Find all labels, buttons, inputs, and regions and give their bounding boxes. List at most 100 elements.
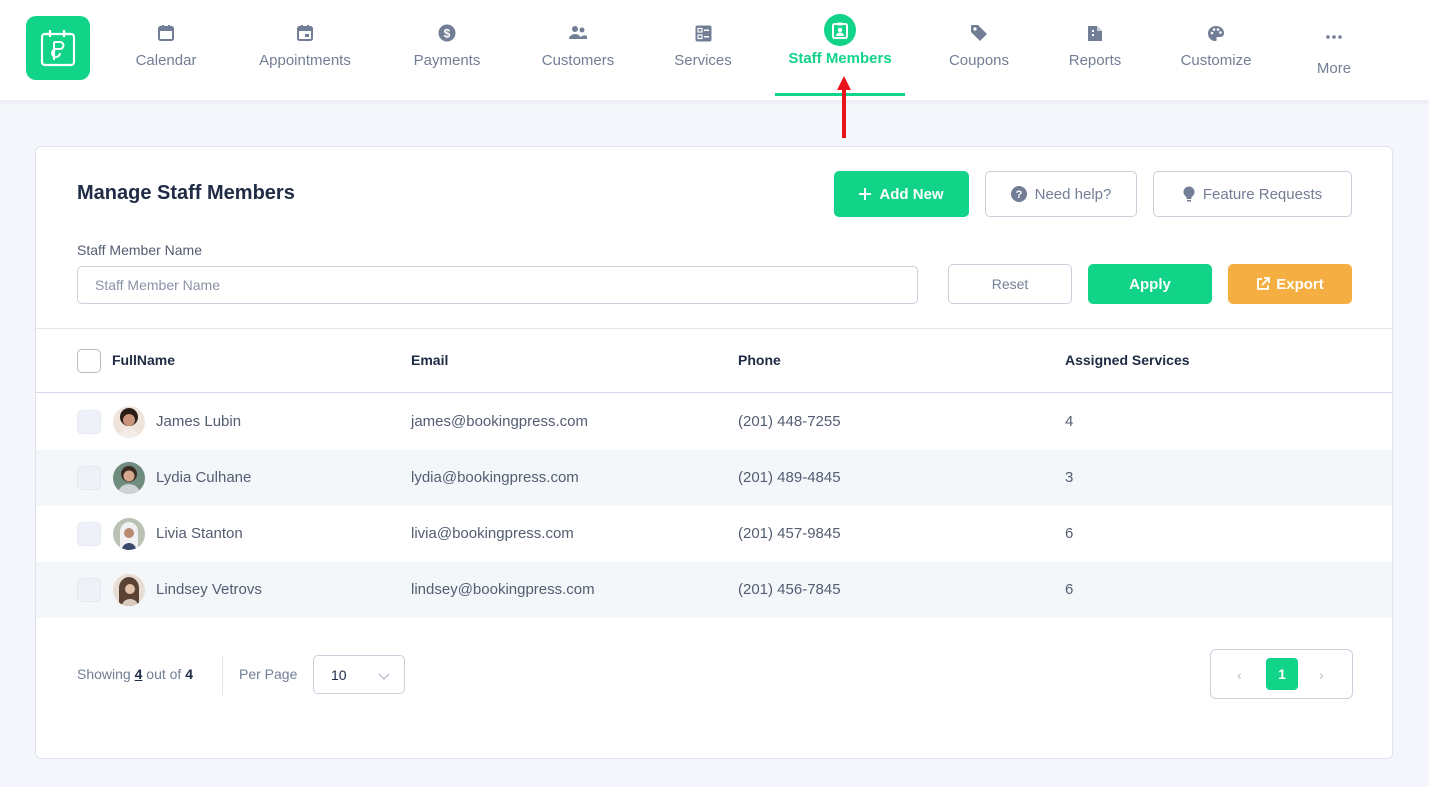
nav-label: Payments	[413, 52, 481, 69]
column-header-assigned-services[interactable]: Assigned Services	[1065, 352, 1190, 368]
nav-item-more[interactable]: More	[1310, 0, 1358, 100]
nav-item-payments[interactable]: $ Payments	[408, 0, 486, 100]
next-page-button[interactable]: ›	[1319, 667, 1324, 683]
svg-text:$: $	[444, 27, 451, 41]
annotation-arrow-icon	[837, 76, 851, 138]
calendar-event-icon	[296, 22, 314, 44]
nav-item-calendar[interactable]: Calendar	[128, 0, 204, 100]
staff-name[interactable]: Livia Stanton	[156, 525, 243, 542]
row-checkbox[interactable]	[77, 410, 101, 434]
per-page-select[interactable]: 10	[313, 655, 405, 694]
row-checkbox[interactable]	[77, 522, 101, 546]
staff-name[interactable]: Lindsey Vetrovs	[156, 581, 262, 598]
table-row[interactable]: Lydia Culhane lydia@bookingpress.com (20…	[36, 450, 1392, 506]
nav-item-reports[interactable]: Reports	[1064, 0, 1126, 100]
nav-label: Customize	[1180, 52, 1252, 69]
staff-email: lydia@bookingpress.com	[411, 469, 579, 486]
nav-label: Appointments	[259, 52, 351, 69]
external-link-icon	[1256, 277, 1271, 291]
need-help-label: Need help?	[1034, 185, 1112, 203]
table-row[interactable]: Lindsey Vetrovs lindsey@bookingpress.com…	[36, 562, 1392, 618]
nav-label: Reports	[1068, 52, 1122, 69]
tag-icon	[970, 22, 988, 44]
calendar-icon	[157, 22, 175, 44]
nav-label: Coupons	[948, 52, 1010, 69]
per-page-value: 10	[331, 667, 347, 683]
bookingpress-logo[interactable]	[26, 16, 90, 80]
row-checkbox[interactable]	[77, 578, 101, 602]
lightbulb-icon	[1183, 186, 1195, 203]
nav-label: More	[1316, 60, 1352, 77]
table-row[interactable]: Livia Stanton livia@bookingpress.com (20…	[36, 506, 1392, 562]
avatar	[113, 462, 145, 494]
pagination: ‹ 1 ›	[1210, 649, 1353, 699]
staff-phone: (201) 456-7845	[738, 581, 841, 598]
staff-email: lindsey@bookingpress.com	[411, 581, 595, 598]
feature-requests-button[interactable]: Feature Requests	[1153, 171, 1352, 217]
nav-label: Services	[674, 52, 732, 69]
apply-button[interactable]: Apply	[1088, 264, 1212, 304]
nav-label: Customers	[541, 52, 615, 69]
id-badge-icon	[824, 14, 856, 46]
export-label: Export	[1276, 275, 1324, 293]
page-1-button[interactable]: 1	[1266, 658, 1298, 690]
list-box-icon	[695, 22, 712, 44]
staff-name[interactable]: Lydia Culhane	[156, 469, 251, 486]
showing-count-text: Showing 4 out of 4	[77, 666, 193, 682]
staff-email: james@bookingpress.com	[411, 413, 588, 430]
column-header-fullname[interactable]: FullName	[112, 352, 175, 368]
page-title: Manage Staff Members	[77, 182, 295, 204]
reset-button[interactable]: Reset	[948, 264, 1072, 304]
question-circle-icon: ?	[1010, 186, 1027, 202]
avatar	[113, 406, 145, 438]
nav-item-coupons[interactable]: Coupons	[944, 0, 1014, 100]
staff-phone: (201) 489-4845	[738, 469, 841, 486]
showing-count: 4	[134, 666, 143, 682]
table-row[interactable]: James Lubin james@bookingpress.com (201)…	[36, 394, 1392, 450]
total-count: 4	[185, 666, 193, 682]
nav-item-customize[interactable]: Customize	[1175, 0, 1257, 100]
assigned-services-count: 4	[1065, 413, 1074, 430]
table-header: FullName Email Phone Assigned Services	[36, 329, 1392, 393]
nav-label: Calendar	[135, 52, 197, 69]
assigned-services-count: 3	[1065, 469, 1074, 486]
previous-page-button[interactable]: ‹	[1237, 667, 1242, 683]
plus-icon	[859, 188, 872, 200]
add-new-button[interactable]: Add New	[834, 171, 969, 217]
assigned-services-count: 6	[1065, 525, 1074, 542]
staff-name-filter-label: Staff Member Name	[77, 242, 203, 258]
staff-email: livia@bookingpress.com	[411, 525, 574, 542]
column-header-email[interactable]: Email	[411, 352, 448, 368]
row-checkbox[interactable]	[77, 466, 101, 490]
logo-calendar-icon	[40, 30, 76, 67]
select-all-checkbox[interactable]	[77, 349, 101, 373]
staff-phone: (201) 448-7255	[738, 413, 841, 430]
need-help-button[interactable]: ? Need help?	[985, 171, 1137, 217]
column-header-phone[interactable]: Phone	[738, 352, 781, 368]
staff-phone: (201) 457-9845	[738, 525, 841, 542]
staff-name-input[interactable]	[77, 266, 918, 304]
nav-item-customers[interactable]: Customers	[535, 0, 621, 100]
footer-divider	[222, 655, 223, 695]
per-page-label: Per Page	[239, 666, 298, 682]
svg-text:?: ?	[1015, 189, 1022, 201]
avatar	[113, 518, 145, 550]
nav-item-services[interactable]: Services	[670, 0, 736, 100]
showing-prefix: Showing	[77, 666, 131, 682]
top-navigation-bar: Calendar Appointments $ Payments Custome…	[0, 0, 1429, 100]
export-button[interactable]: Export	[1228, 264, 1352, 304]
more-dots-icon	[1326, 26, 1342, 48]
chevron-down-icon	[378, 668, 390, 686]
users-icon	[568, 22, 588, 44]
nav-label: Staff Members	[788, 50, 892, 67]
avatar	[113, 574, 145, 606]
nav-item-appointments[interactable]: Appointments	[252, 0, 358, 100]
dollar-circle-icon: $	[438, 22, 456, 44]
add-new-label: Add New	[879, 185, 944, 203]
showing-mid: out of	[146, 666, 182, 682]
feature-requests-label: Feature Requests	[1202, 185, 1323, 203]
staff-name[interactable]: James Lubin	[156, 413, 241, 430]
staff-members-panel: Manage Staff Members Add New ? Need help…	[35, 146, 1393, 759]
palette-icon	[1207, 22, 1225, 44]
assigned-services-count: 6	[1065, 581, 1074, 598]
